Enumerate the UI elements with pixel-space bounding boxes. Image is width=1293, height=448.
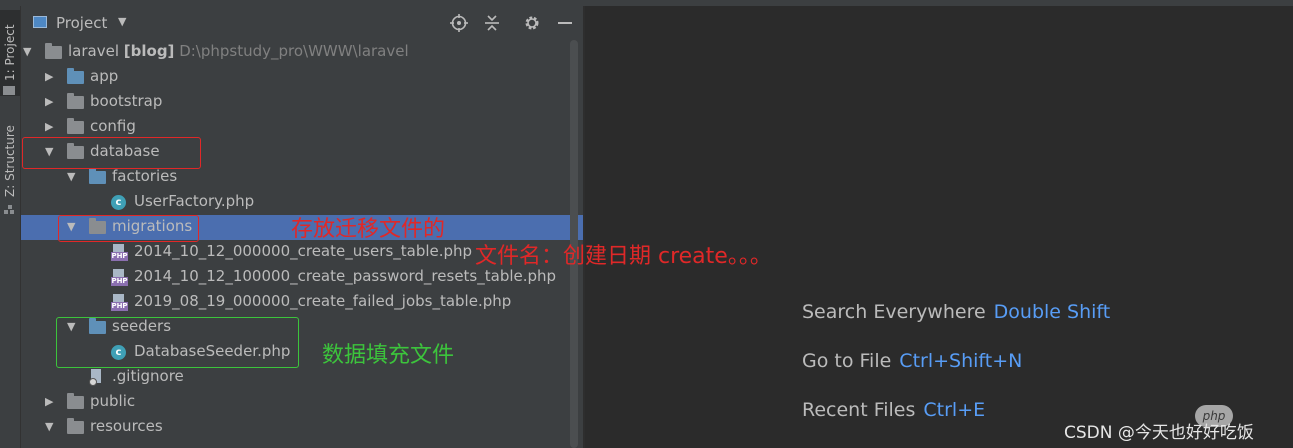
php-file-icon: PHP — [111, 244, 128, 261]
database-highlight-box — [22, 137, 201, 169]
seeders-annotation: 数据填充文件 — [322, 343, 455, 368]
tree-item-label: 2014_10_12_000000_create_users_table.php — [134, 242, 472, 260]
tip-shortcut: Double Shift — [993, 301, 1111, 323]
tip-recent-files: Recent Files Ctrl+E — [802, 399, 985, 421]
project-panel-header: Project ▼ — [21, 6, 583, 40]
tab-project[interactable]: 1: Project — [0, 10, 20, 96]
tree-item-label: factories — [112, 167, 177, 185]
tip-shortcut: Ctrl+E — [923, 399, 986, 421]
tree-item-name: 2014_10_12_000000_create_users_table.php — [134, 242, 473, 260]
seeders-highlight-box — [56, 317, 299, 368]
tree-row[interactable]: ▶ app — [21, 65, 583, 90]
tree-item-label: laravel [blog] D:\phpstudy_pro\WWW\larav… — [68, 42, 409, 60]
tree-item-name: public — [90, 392, 136, 410]
structure-small-icon — [4, 205, 14, 215]
gitignore-file-icon — [89, 369, 104, 386]
tree-item-name: .gitignore — [112, 367, 184, 385]
tip-label: Go to File — [802, 350, 892, 372]
locate-icon[interactable] — [448, 12, 470, 34]
expand-arrow-down-icon[interactable]: ▼ — [67, 170, 75, 183]
tip-search-everywhere: Search Everywhere Double Shift — [802, 301, 1110, 323]
expand-arrow-right-icon[interactable]: ▶ — [45, 70, 53, 83]
tree-item-name: 2019_08_19_000000_create_failed_jobs_tab… — [134, 292, 512, 310]
migrations-highlight-box — [58, 215, 199, 242]
expand-arrow-down-icon[interactable]: ▼ — [23, 45, 31, 58]
tree-row[interactable]: PHP 2019_08_19_000000_create_failed_jobs_… — [21, 290, 583, 315]
php-file-icon: PHP — [111, 294, 128, 311]
minimize-icon[interactable] — [554, 12, 576, 34]
tab-project-label: 1: Project — [3, 24, 17, 82]
csdn-watermark: CSDN @今天也好好吃饭 — [1064, 423, 1254, 443]
tree-item-label: resources — [90, 417, 163, 435]
tree-item-label: bootstrap — [90, 92, 162, 110]
expand-arrow-down-icon[interactable]: ▼ — [45, 420, 53, 433]
tree-row[interactable]: ▼ resources — [21, 415, 583, 440]
tab-structure[interactable]: Z: Structure — [0, 118, 20, 204]
project-path: D:\phpstudy_pro\WWW\laravel — [179, 42, 409, 60]
folder-icon — [67, 68, 84, 84]
panel-divider[interactable] — [583, 6, 585, 448]
tree-item-label: config — [90, 117, 136, 135]
tree-item-label: app — [90, 67, 118, 85]
tree-row[interactable]: ▶ public — [21, 390, 583, 415]
tree-item-name: config — [90, 117, 136, 135]
tree-item-name: UserFactory.php — [134, 192, 255, 210]
tree-row[interactable]: ▼ laravel [blog] D:\phpstudy_pro\WWW\lara… — [21, 40, 583, 65]
left-toolwindow-strip: 1: Project Z: Structure — [0, 6, 21, 448]
panel-title[interactable]: Project — [56, 14, 107, 32]
tree-item-name: app — [90, 67, 119, 85]
folder-icon — [67, 118, 84, 134]
migrations-annotation: 存放迁移文件的 — [291, 217, 446, 242]
tab-structure-label: Z: Structure — [3, 125, 17, 197]
tip-shortcut: Ctrl+Shift+N — [899, 350, 1023, 372]
tip-label: Recent Files — [802, 399, 916, 421]
folder-small-icon — [3, 86, 15, 95]
tree-item-name: resources — [90, 417, 163, 435]
filename-annotation: 文件名：创建日期 create。。。 — [475, 244, 772, 269]
tree-item-label: public — [90, 392, 135, 410]
tree-item-name: bootstrap — [90, 92, 163, 110]
tree-row[interactable]: ▶ bootstrap — [21, 90, 583, 115]
tree-item-label: .gitignore — [112, 367, 184, 385]
tree-item-name: laravel — [68, 42, 119, 60]
folder-icon — [89, 168, 106, 184]
folder-icon — [67, 393, 84, 409]
expand-arrow-right-icon[interactable]: ▶ — [45, 395, 53, 408]
tree-item-label: UserFactory.php — [134, 192, 254, 210]
tree-row[interactable]: .gitignore — [21, 365, 583, 390]
collapse-icon[interactable] — [481, 12, 503, 34]
gear-icon[interactable] — [521, 12, 543, 34]
tip-label: Search Everywhere — [802, 301, 986, 323]
project-view-icon — [33, 16, 47, 28]
folder-icon — [67, 418, 84, 434]
project-module-name: [blog] — [123, 42, 175, 60]
tree-item-label: 2019_08_19_000000_create_failed_jobs_tab… — [134, 292, 511, 310]
folder-icon — [45, 43, 62, 59]
chevron-down-icon[interactable]: ▼ — [118, 15, 126, 28]
tip-go-to-file: Go to File Ctrl+Shift+N — [802, 350, 1022, 372]
expand-arrow-right-icon[interactable]: ▶ — [45, 120, 53, 133]
folder-icon — [67, 93, 84, 109]
expand-arrow-right-icon[interactable]: ▶ — [45, 95, 53, 108]
tree-item-name: factories — [112, 167, 178, 185]
php-file-icon: PHP — [111, 269, 128, 286]
php-class-icon: c — [111, 195, 126, 210]
